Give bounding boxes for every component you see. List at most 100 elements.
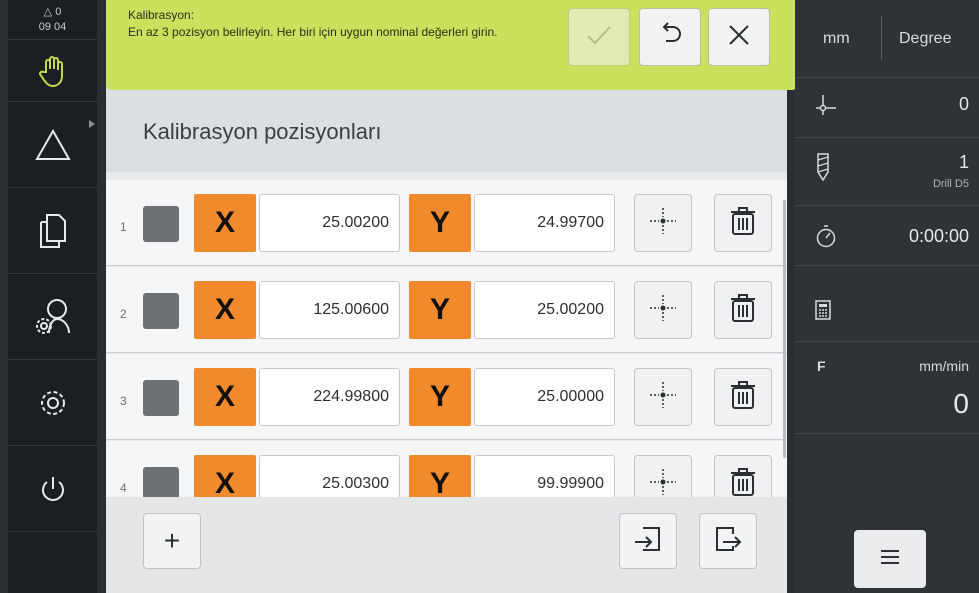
banner-text: Kalibrasyon: En az 3 pozisyon belirleyin… — [128, 7, 548, 41]
manual-operation-button[interactable] — [8, 40, 97, 102]
check-icon — [586, 24, 612, 51]
measure-menu-button[interactable] — [8, 102, 97, 188]
x-axis-label: X — [194, 368, 256, 426]
capture-position-button[interactable] — [634, 194, 692, 252]
delete-row-button[interactable] — [714, 194, 772, 252]
position-row: 1 X 25.00200 Y 24.99700 — [106, 180, 787, 266]
calculator-icon — [815, 300, 831, 325]
timer-value: 0:00:00 — [908, 226, 969, 246]
file-management-button[interactable] — [8, 188, 97, 274]
row-checkbox[interactable] — [143, 380, 179, 416]
banner-message: En az 3 pozisyon belirleyin. Her biri iç… — [128, 25, 498, 39]
units-row: mm Degree — [795, 0, 979, 78]
undo-button[interactable] — [639, 8, 701, 66]
export-icon — [713, 524, 743, 559]
user-settings-icon — [33, 297, 73, 337]
position-capture-icon — [648, 467, 678, 498]
submenu-arrow-icon — [89, 120, 95, 128]
x-nominal-field[interactable]: 25.00200 — [259, 194, 400, 252]
app-root: △ 0 09 04 Kalibrasyon pozisyonları 1 X 2… — [0, 0, 979, 593]
message-banner: Kalibrasyon: En az 3 pozisyon belirleyin… — [106, 0, 798, 90]
main-menu-sidebar: △ 0 09 04 — [8, 0, 97, 593]
tool-row[interactable]: 1 Drill D5 — [795, 138, 979, 206]
tool-number: 1 — [958, 152, 969, 172]
y-axis-label: Y — [409, 368, 471, 426]
x-nominal-field[interactable]: 125.00600 — [259, 281, 400, 339]
documents-icon — [38, 212, 68, 250]
preset-value: 0 — [958, 94, 969, 114]
x-axis-label: X — [194, 194, 256, 252]
status-time: 09 04 — [38, 21, 67, 33]
confirm-button[interactable] — [568, 8, 630, 66]
menu-icon — [879, 548, 901, 571]
banner-title: Kalibrasyon: — [128, 8, 195, 22]
preset-row[interactable]: 0 — [795, 78, 979, 138]
add-position-button[interactable]: + — [143, 513, 201, 569]
import-icon — [633, 524, 663, 559]
row-number: 4 — [120, 481, 127, 495]
feed-value: 0 — [953, 388, 969, 419]
export-button[interactable] — [699, 513, 757, 569]
tool-name: Drill D5 — [932, 178, 969, 190]
power-button[interactable] — [8, 446, 97, 532]
x-nominal-field[interactable]: 224.99800 — [259, 368, 400, 426]
row-checkbox[interactable] — [143, 293, 179, 329]
capture-position-button[interactable] — [634, 368, 692, 426]
position-row: 3 X 224.99800 Y 25.00000 — [106, 354, 787, 440]
y-nominal-field[interactable]: 99.99900 — [474, 455, 615, 497]
y-nominal-field[interactable]: 25.00000 — [474, 368, 615, 426]
delete-row-button[interactable] — [714, 368, 772, 426]
capture-position-button[interactable] — [634, 455, 692, 497]
user-settings-button[interactable] — [8, 274, 97, 360]
unit-divider — [881, 16, 882, 60]
trash-icon — [729, 206, 757, 241]
position-capture-icon — [648, 206, 678, 241]
linear-unit[interactable]: mm — [823, 30, 850, 48]
import-button[interactable] — [619, 513, 677, 569]
stopwatch-icon — [815, 224, 837, 253]
row-number: 2 — [120, 307, 127, 321]
delta-small-icon: △ — [43, 6, 56, 18]
y-axis-label: Y — [409, 455, 471, 497]
gear-icon — [38, 388, 68, 418]
trash-icon — [729, 380, 757, 415]
position-capture-icon — [648, 293, 678, 328]
x-nominal-field[interactable]: 25.00300 — [259, 455, 400, 497]
settings-button[interactable] — [8, 360, 97, 446]
trash-icon — [729, 467, 757, 498]
close-button[interactable] — [708, 8, 770, 66]
y-axis-label: Y — [409, 194, 471, 252]
angle-unit[interactable]: Degree — [899, 30, 951, 48]
feed-label: F — [817, 358, 826, 374]
calculator-row[interactable] — [795, 266, 979, 342]
position-row: 4 X 25.00300 Y 99.99900 — [106, 441, 787, 497]
power-icon — [38, 474, 68, 504]
y-nominal-field[interactable]: 24.99700 — [474, 194, 615, 252]
trash-icon — [729, 293, 757, 328]
timer-row[interactable]: 0:00:00 — [795, 206, 979, 266]
row-number: 3 — [120, 394, 127, 408]
row-checkbox[interactable] — [143, 206, 179, 242]
position-capture-icon — [648, 380, 678, 415]
y-axis-label: Y — [409, 281, 471, 339]
capture-position-button[interactable] — [634, 281, 692, 339]
list-scrollbar[interactable] — [783, 200, 786, 458]
position-list: 1 X 25.00200 Y 24.99700 2 X 125.00600 Y — [106, 172, 787, 497]
row-number: 1 — [120, 220, 127, 234]
position-row: 2 X 125.00600 Y 25.00200 — [106, 267, 787, 353]
status-indicator: △ 0 09 04 — [8, 0, 97, 40]
preset-icon — [815, 94, 837, 121]
feed-unit: mm/min — [919, 358, 969, 374]
menu-button[interactable] — [854, 530, 926, 588]
delete-row-button[interactable] — [714, 281, 772, 339]
page-title: Kalibrasyon pozisyonları — [143, 119, 382, 144]
status-counter: 0 — [55, 6, 62, 18]
status-panel: mm Degree 0 1 Drill D5 0:00:00 F mm/min … — [795, 0, 979, 593]
feed-row[interactable]: F mm/min 0 — [795, 342, 979, 434]
y-nominal-field[interactable]: 25.00200 — [474, 281, 615, 339]
row-checkbox[interactable] — [143, 467, 179, 497]
undo-icon — [656, 21, 684, 54]
x-axis-label: X — [194, 281, 256, 339]
main-content: Kalibrasyon pozisyonları 1 X 25.00200 Y … — [106, 0, 798, 593]
delete-row-button[interactable] — [714, 455, 772, 497]
